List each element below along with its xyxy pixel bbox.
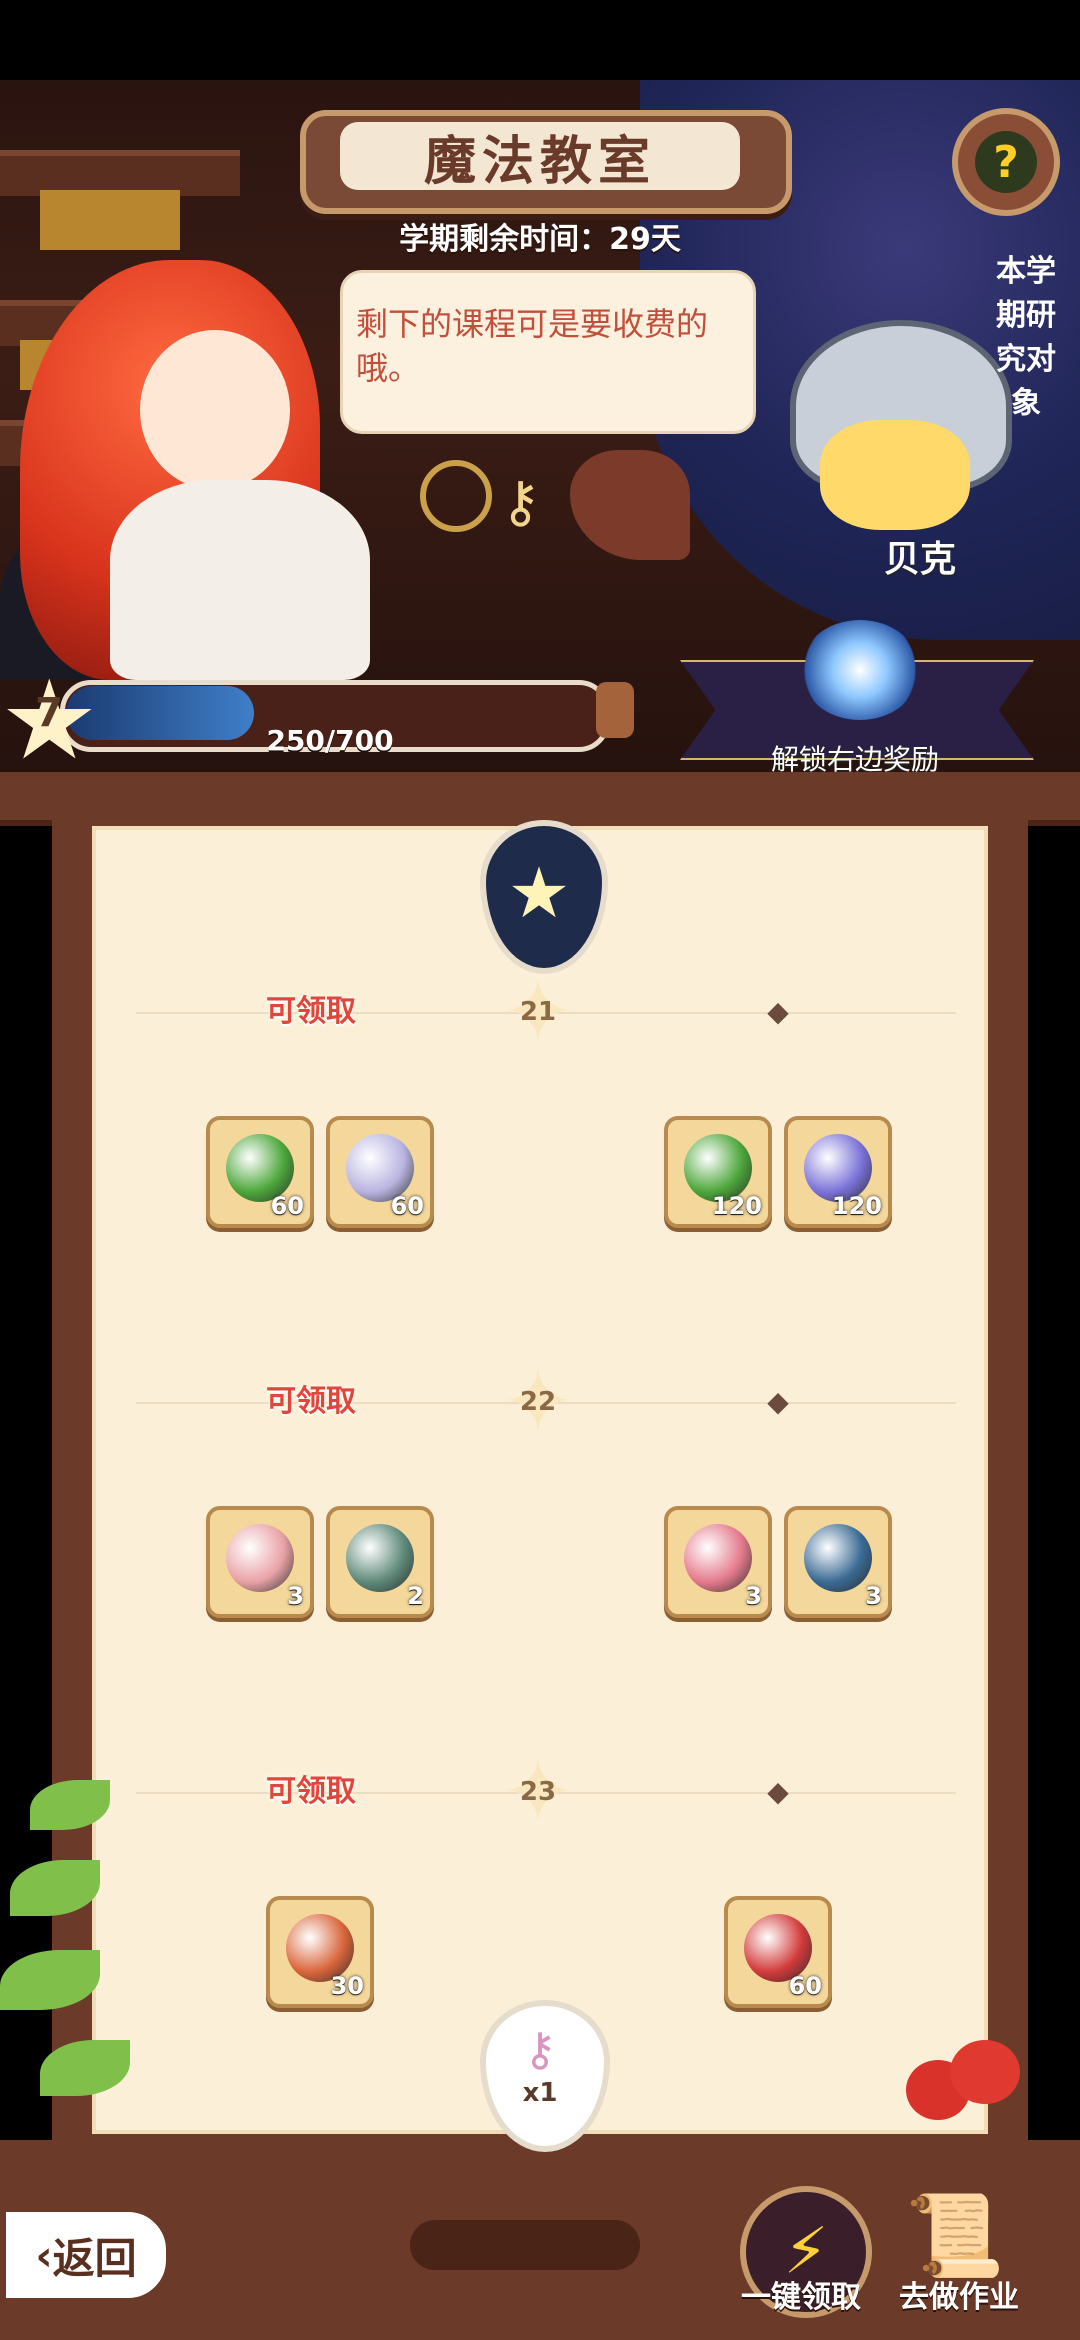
macaron-icon [684, 1524, 752, 1592]
level-number: 21 [519, 997, 557, 1027]
item-count: 2 [407, 1582, 424, 1610]
premium-reward-item[interactable]: 3 [784, 1506, 892, 1618]
item-count: 30 [330, 1972, 364, 2000]
teacher-body [110, 480, 370, 680]
item-count: 3 [745, 1582, 762, 1610]
back-button-label: 返回 [52, 2233, 137, 2283]
free-reward-item[interactable]: 2 [326, 1506, 434, 1618]
premium-reward-item[interactable]: 3 [664, 1506, 772, 1618]
item-count: 120 [711, 1192, 762, 1220]
key-count: x1 [522, 2078, 558, 2108]
item-count: 60 [270, 1192, 304, 1220]
chevron-left-icon: ‹ [35, 2230, 53, 2280]
lock-icon: ◆ [767, 1775, 789, 1808]
globe-prop [420, 460, 492, 532]
lock-icon: ◆ [767, 995, 789, 1028]
item-count: 120 [831, 1192, 882, 1220]
macaron-icon [226, 1524, 294, 1592]
branch-decoration [410, 2220, 640, 2270]
progress-bar-cork [596, 682, 634, 738]
homework-button[interactable]: 📜 [900, 2186, 1010, 2286]
help-button[interactable]: ? [952, 108, 1060, 216]
premium-reward-item[interactable]: 120 [664, 1116, 772, 1228]
free-reward-item[interactable]: 60 [326, 1116, 434, 1228]
page-title: 魔法教室 [340, 122, 740, 192]
item-count: 3 [287, 1582, 304, 1610]
claimable-label[interactable]: 可领取 [266, 986, 356, 1030]
pink-key-icon: ⚷ [523, 2022, 557, 2076]
free-reward-item[interactable]: 30 [266, 1896, 374, 2008]
free-reward-item[interactable]: 60 [206, 1116, 314, 1228]
term-remaining-time: 学期剩余时间：29天 [399, 222, 681, 257]
gem-chip-icon [346, 1524, 414, 1592]
collect-all-label[interactable]: 一键领取 [726, 2272, 876, 2316]
level-badge: ✦ 22 [488, 1358, 588, 1446]
glowing-key-icon [800, 620, 920, 720]
star-icon: ★ [507, 852, 571, 934]
current-level: 7 [35, 690, 63, 736]
research-target-name: 贝克 [883, 539, 956, 580]
claimable-label[interactable]: 可领取 [266, 1376, 356, 1420]
level-badge: ✦ 21 [488, 968, 588, 1056]
knight-face[interactable] [820, 420, 970, 530]
exp-progress-text: 250/700 [266, 724, 394, 757]
claimable-label[interactable]: 可领取 [266, 1766, 356, 1810]
research-target-label: 本学期研究对象 [996, 254, 1056, 421]
item-count: 3 [865, 1582, 882, 1610]
back-button[interactable]: ‹ 返回 [0, 2206, 172, 2304]
premium-reward-item[interactable]: 60 [724, 1896, 832, 2008]
homework-label[interactable]: 去做作业 [884, 2272, 1034, 2316]
key-prop-icon: ⚷ [500, 470, 542, 535]
bulb-question-icon: ? [975, 131, 1037, 193]
tomato-decoration [950, 2040, 1020, 2104]
free-reward-item[interactable]: 3 [206, 1506, 314, 1618]
speech-bubble-text: 剩下的课程可是要收费的哦。 [356, 305, 709, 387]
level-number: 22 [519, 1387, 557, 1417]
teacher-face [140, 330, 290, 490]
level-number: 23 [519, 1777, 557, 1807]
item-count: 60 [390, 1192, 424, 1220]
premium-reward-item[interactable]: 120 [784, 1116, 892, 1228]
lock-icon: ◆ [767, 1385, 789, 1418]
scroll-icon: 📜 [905, 2189, 1005, 2282]
top-status-band [0, 0, 1080, 80]
gem-chip-icon [804, 1524, 872, 1592]
item-count: 60 [788, 1972, 822, 2000]
level-badge: ✦ 23 [488, 1748, 588, 1836]
